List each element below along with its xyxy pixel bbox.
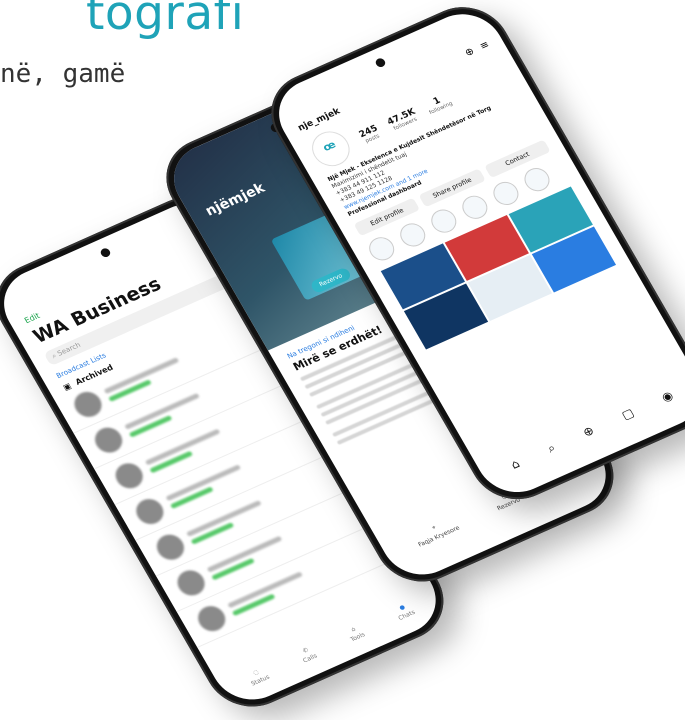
- ig-highlight[interactable]: [426, 205, 461, 237]
- wa-search-placeholder: Search: [56, 340, 83, 358]
- site-logo[interactable]: njëmjek: [203, 180, 268, 219]
- ig-highlight[interactable]: [364, 233, 399, 265]
- ig-highlight[interactable]: [457, 191, 492, 223]
- add-post-icon[interactable]: ⊕: [580, 423, 597, 440]
- page-subheadline: në, gamë: [0, 59, 126, 89]
- ig-highlight[interactable]: [488, 178, 523, 209]
- avatar: [193, 602, 231, 636]
- phone-icon: ✆: [301, 646, 310, 655]
- location-pin-icon: ⌖: [430, 524, 438, 532]
- search-icon[interactable]: ⌕: [545, 441, 559, 457]
- menu-icon[interactable]: ≡: [478, 39, 491, 52]
- avatar: [69, 387, 107, 422]
- avatar: [131, 494, 169, 529]
- nav-tools[interactable]: ⌂ Tools: [345, 623, 366, 644]
- avatar[interactable]: ◉: [659, 388, 676, 405]
- ig-profile-picture[interactable]: ꟹ: [305, 125, 357, 172]
- avatar: [172, 566, 210, 600]
- status-icon: ◌: [251, 668, 261, 677]
- page-headline: tografi: [86, 0, 245, 41]
- nav-status[interactable]: ◌ Status: [245, 666, 271, 688]
- ig-bottom-nav: ⌂ ⌕ ⊕ ▢ ◉: [493, 382, 685, 480]
- nav-chats[interactable]: ● Chats: [393, 601, 416, 622]
- home-icon[interactable]: ⌂: [508, 456, 523, 472]
- ig-stat-posts[interactable]: 245 posts: [358, 124, 383, 146]
- ig-highlight[interactable]: [519, 164, 554, 195]
- chat-bubbles-icon: ●: [398, 603, 407, 612]
- store-icon: ⌂: [349, 625, 357, 634]
- ig-highlight[interactable]: [395, 219, 430, 251]
- nav-calls[interactable]: ✆ Calls: [297, 645, 319, 665]
- avatar: [152, 530, 189, 564]
- add-icon[interactable]: ⊕: [463, 46, 476, 59]
- avatar: [90, 423, 128, 457]
- avatar: [110, 459, 148, 493]
- reels-icon[interactable]: ▢: [619, 406, 637, 424]
- nav-home[interactable]: ⌖ Faqja Kryesore: [412, 516, 461, 548]
- ig-stat-following[interactable]: 1 following: [423, 92, 454, 116]
- ig-stat-followers[interactable]: 47.5K followers: [386, 107, 421, 133]
